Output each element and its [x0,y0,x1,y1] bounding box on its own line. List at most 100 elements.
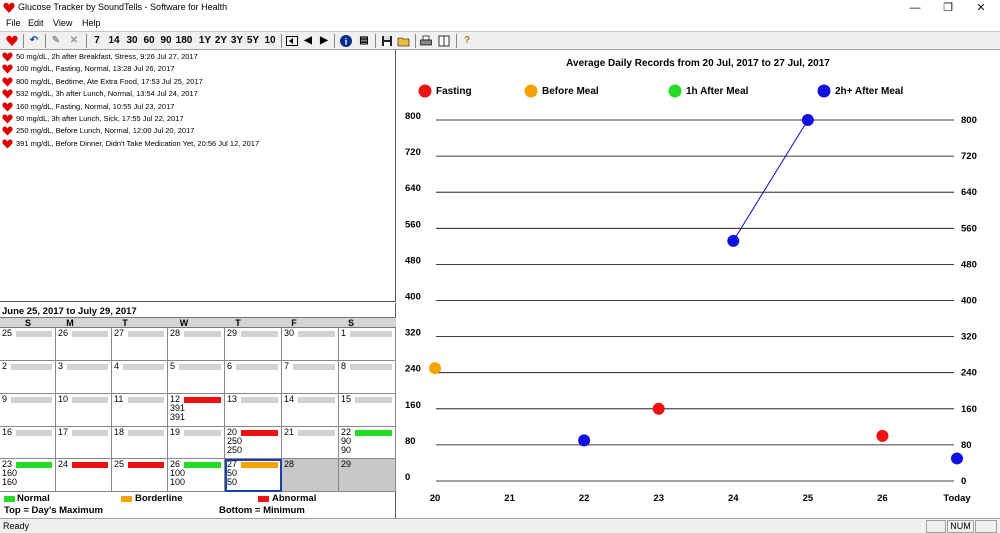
calendar-day-cell[interactable]: 11 [112,394,168,427]
menu-file[interactable]: File [6,18,21,28]
calendar-day-cell[interactable]: 5 [168,361,225,394]
calendar-day-cell[interactable]: 26 100 100 [168,459,225,492]
edit-pencil-icon[interactable]: ✎ [49,33,63,49]
heart-icon [2,102,13,112]
maximize-button[interactable]: ❐ [938,1,958,15]
calendar-day-bar [123,364,164,370]
calendar-day-cell[interactable]: 1 [339,328,396,361]
calendar-day-cell[interactable]: 20 250 250 [225,427,282,459]
open-folder-icon[interactable] [397,33,411,49]
calendar-day-cell[interactable]: 22 90 90 [339,427,396,459]
y-tick-label-right: 720 [961,151,977,162]
delete-icon[interactable]: ✕ [67,33,81,49]
chart-title: Average Daily Records from 20 Jul, 2017 … [566,58,830,69]
record-row[interactable]: 90 mg/dL, 3h after Lunch, Sick, 17:55 Ju… [0,113,395,125]
y-tick-label-left: 720 [405,147,421,158]
calendar-day-number: 29 [227,328,238,338]
calendar-day-cell[interactable]: 10 [56,394,112,427]
menu-edit[interactable]: Edit [28,18,44,28]
record-row[interactable]: 532 mg/dL, 3h after Lunch, Normal, 13:54… [0,88,395,100]
calendar-day-cell[interactable]: 13 [225,394,282,427]
window-title: Glucose Tracker by SoundTells - Software… [18,2,228,12]
range-180-button[interactable]: 180 [174,33,194,49]
calendar-day-cell[interactable]: 28 [168,328,225,361]
calendar-day-cell[interactable]: 29 [225,328,282,361]
y-tick-label-left: 0 [405,472,410,483]
range-14-button[interactable]: 14 [106,33,122,49]
range-5y-button[interactable]: 5Y [245,33,261,49]
previous-arrow-icon[interactable]: ◀ [302,33,314,49]
go-to-date-icon[interactable] [285,33,299,49]
calendar-day-number: 11 [114,394,124,404]
next-arrow-icon[interactable]: ▶ [318,33,330,49]
dow-saturday: S [347,318,354,328]
calendar-day-cell[interactable]: 12 391 391 [168,394,225,427]
record-row[interactable]: 800 mg/dL, Bedtime, Ate Extra Food, 17:5… [0,76,395,88]
calendar-day-cell[interactable]: 27 [112,328,168,361]
menu-help[interactable]: Help [82,18,101,28]
legend-bottom-note: Bottom = Minimum [219,505,305,516]
range-7-button[interactable]: 7 [91,33,103,49]
calendar-day-cell[interactable]: 26 [56,328,112,361]
close-button[interactable]: ✕ [971,1,991,15]
calendar-day-cell[interactable]: 9 [0,394,56,427]
calendar-day-cell[interactable]: 18 [112,427,168,459]
calendar-day-cell[interactable]: 4 [112,361,168,394]
book-icon[interactable] [437,33,451,49]
calendar-day-min: 50 [227,477,238,487]
calendar-day-number: 6 [227,361,233,371]
calendar-day-cell[interactable]: 14 [282,394,339,427]
calendar-day-cell[interactable]: 23 160 160 [0,459,56,492]
notes-icon[interactable]: ▤ [357,33,371,49]
range-30-button[interactable]: 30 [124,33,140,49]
calendar-day-cell[interactable]: 6 [225,361,282,394]
calendar-day-cell[interactable]: 25 [112,459,168,492]
info-icon[interactable]: i [339,33,353,49]
calendar-day-bar [184,430,221,436]
range-60-button[interactable]: 60 [141,33,157,49]
range-2y-button[interactable]: 2Y [213,33,229,49]
menu-view[interactable]: View [53,18,72,28]
help-question-icon[interactable]: ? [461,33,473,49]
minimize-button[interactable]: — [905,1,925,15]
calendar-day-cell[interactable]: 19 [168,427,225,459]
print-icon[interactable] [419,33,433,49]
calendar-day-cell[interactable]: 27 50 50 [225,459,282,492]
undo-icon[interactable]: ↶ [27,33,41,49]
range-1y-button[interactable]: 1Y [197,33,213,49]
calendar-day-cell[interactable]: 3 [56,361,112,394]
calendar-day-cell[interactable]: 16 [0,427,56,459]
records-list[interactable]: 50 mg/dL, 2h after Breakfast, Stress, 9:… [0,50,396,302]
calendar-day-cell[interactable]: 2 [0,361,56,394]
record-row[interactable]: 391 mg/dL, Before Dinner, Didn't Take Me… [0,138,395,150]
calendar-day-cell[interactable]: 17 [56,427,112,459]
calendar-day-cell[interactable]: 15 [339,394,396,427]
calendar-day-cell[interactable]: 25 [0,328,56,361]
record-row[interactable]: 250 mg/dL, Before Lunch, Normal, 12:00 J… [0,125,395,137]
calendar-day-cell[interactable]: 29 [339,459,396,492]
calendar-day-number: 9 [2,394,8,404]
calendar-day-cell[interactable]: 21 [282,427,339,459]
range-90-button[interactable]: 90 [158,33,174,49]
calendar-day-bar [184,462,221,468]
calendar-day-cell[interactable]: 28 [282,459,339,492]
toolbar-separator [45,34,46,48]
title-bar: Glucose Tracker by SoundTells - Software… [0,0,1000,16]
y-tick-label-left: 80 [405,436,416,447]
add-record-heart-icon[interactable] [5,33,19,49]
range-10-button[interactable]: 10 [262,33,278,49]
range-3y-button[interactable]: 3Y [229,33,245,49]
calendar-day-cell[interactable]: 7 [282,361,339,394]
data-point [951,452,963,465]
calendar-day-cell[interactable]: 30 [282,328,339,361]
save-floppy-icon[interactable] [380,33,394,49]
menu-bar: File Edit View Help [0,16,1000,31]
calendar-day-bar [128,331,164,337]
calendar-day-cell[interactable]: 8 [339,361,396,394]
calendar-day-bar [298,430,335,436]
record-row[interactable]: 160 mg/dL, Fasting, Normal, 10:55 Jul 23… [0,101,395,113]
record-row[interactable]: 100 mg/dL, Fasting, Normal, 13:28 Jul 26… [0,63,395,75]
calendar-day-bar [11,397,52,403]
record-row[interactable]: 50 mg/dL, 2h after Breakfast, Stress, 9:… [0,51,395,63]
calendar-day-cell[interactable]: 24 [56,459,112,492]
